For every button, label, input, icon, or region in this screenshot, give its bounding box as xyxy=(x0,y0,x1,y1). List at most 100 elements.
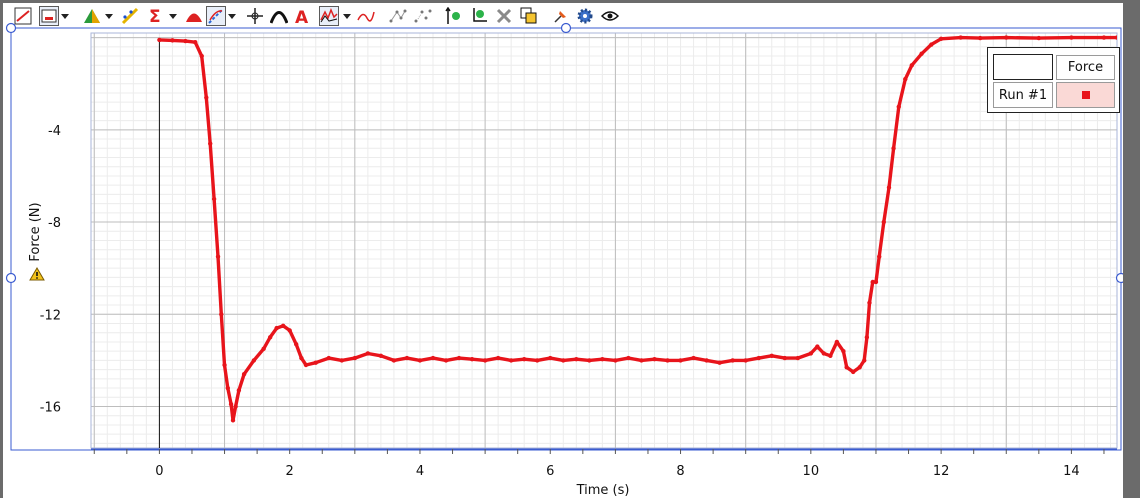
data-point xyxy=(170,38,175,43)
data-point xyxy=(850,369,856,375)
data-point xyxy=(743,358,748,363)
data-point xyxy=(691,355,696,361)
data-point xyxy=(841,348,846,354)
data-point xyxy=(678,358,683,363)
data-point xyxy=(877,254,882,259)
data-point xyxy=(241,372,247,377)
data-point xyxy=(873,279,879,285)
x-tick-label: 0 xyxy=(155,464,163,479)
data-point xyxy=(704,358,709,363)
x-tick-label: 4 xyxy=(416,464,424,479)
data-point xyxy=(815,344,820,349)
data-point xyxy=(222,362,227,368)
data-point xyxy=(391,358,397,363)
data-point xyxy=(280,323,286,329)
x-tick-label: 10 xyxy=(803,464,820,479)
data-point xyxy=(864,335,870,340)
data-point xyxy=(193,40,198,45)
resize-handle[interactable] xyxy=(5,272,17,284)
data-point xyxy=(535,358,540,363)
data-point xyxy=(404,355,410,361)
data-point xyxy=(211,196,217,202)
data-point xyxy=(639,358,644,363)
legend-header-force: Force xyxy=(1056,55,1115,80)
x-tick-label: 6 xyxy=(546,464,554,479)
legend-blank-cell xyxy=(993,54,1053,80)
data-point xyxy=(225,385,230,391)
data-point xyxy=(587,358,592,363)
y-tick-label: -4 xyxy=(48,124,61,139)
data-point xyxy=(561,358,566,363)
data-point xyxy=(1101,35,1107,40)
data-point xyxy=(808,351,814,356)
data-point xyxy=(267,335,273,340)
graph-legend[interactable]: Force Run #1 xyxy=(987,47,1120,113)
data-point xyxy=(834,339,840,345)
force-time-graph[interactable]: 0 2 4 6 8 10 12 14 -4 -8 -12 -16 Time (s) Force (N) xyxy=(3,3,1123,498)
data-point xyxy=(326,355,331,361)
x-tick-label: 8 xyxy=(676,464,684,479)
data-point xyxy=(469,357,475,362)
data-point xyxy=(574,357,579,362)
data-point xyxy=(219,312,224,317)
data-point xyxy=(230,418,236,423)
data-point xyxy=(821,351,827,356)
y-tick-label: -12 xyxy=(40,308,61,323)
data-point xyxy=(652,357,657,362)
data-point xyxy=(339,358,344,363)
data-point xyxy=(1004,35,1009,40)
x-axis-label: Time (s) xyxy=(576,483,630,498)
data-point xyxy=(215,254,221,259)
data-point xyxy=(881,219,886,225)
data-point xyxy=(938,36,944,41)
data-point xyxy=(508,358,514,363)
data-point xyxy=(233,404,238,409)
data-point xyxy=(294,342,299,347)
data-point xyxy=(782,355,787,361)
data-point xyxy=(828,353,833,358)
data-point xyxy=(495,355,501,361)
data-point xyxy=(862,358,867,363)
data-point xyxy=(919,51,924,56)
x-tick-label: 2 xyxy=(286,464,294,479)
data-point xyxy=(958,35,963,40)
data-point xyxy=(208,141,213,146)
data-point xyxy=(867,300,872,305)
resize-handle[interactable] xyxy=(5,22,17,34)
data-point xyxy=(548,355,553,361)
data-point xyxy=(183,38,188,44)
data-point xyxy=(886,185,892,190)
data-point xyxy=(730,358,735,363)
data-point xyxy=(857,365,862,370)
data-point xyxy=(456,355,462,361)
data-point xyxy=(756,355,761,361)
data-point xyxy=(626,355,631,361)
resize-handle[interactable] xyxy=(1115,272,1124,284)
data-point xyxy=(417,358,423,363)
data-point xyxy=(795,355,800,361)
resize-handle[interactable] xyxy=(560,22,572,34)
data-point xyxy=(769,353,774,358)
data-point xyxy=(251,358,257,363)
legend-series-swatch[interactable] xyxy=(1056,82,1115,108)
legend-run-label: Run #1 xyxy=(993,82,1053,108)
data-point xyxy=(896,104,901,109)
data-point xyxy=(1036,35,1042,41)
y-axis-label: Force (N) xyxy=(28,202,43,261)
data-point xyxy=(929,42,934,47)
application-window: Σ A 0 2 4 6 8 10 12 14 -4 -8 -12 -16 Tim… xyxy=(0,0,1140,498)
data-point xyxy=(522,357,527,362)
data-point xyxy=(443,358,449,363)
data-point xyxy=(261,346,266,352)
data-point xyxy=(909,63,914,68)
series-marker-icon xyxy=(1081,91,1090,99)
y-tick-label: -8 xyxy=(48,216,61,231)
graph-panel: Σ A 0 2 4 6 8 10 12 14 -4 -8 -12 -16 Tim… xyxy=(3,3,1123,498)
warning-triangle-icon xyxy=(29,266,45,285)
x-tick-label: 14 xyxy=(1063,464,1080,479)
data-point xyxy=(903,76,908,82)
data-point xyxy=(299,355,304,361)
data-point xyxy=(978,35,983,41)
data-point xyxy=(430,355,436,361)
data-point xyxy=(482,358,488,363)
